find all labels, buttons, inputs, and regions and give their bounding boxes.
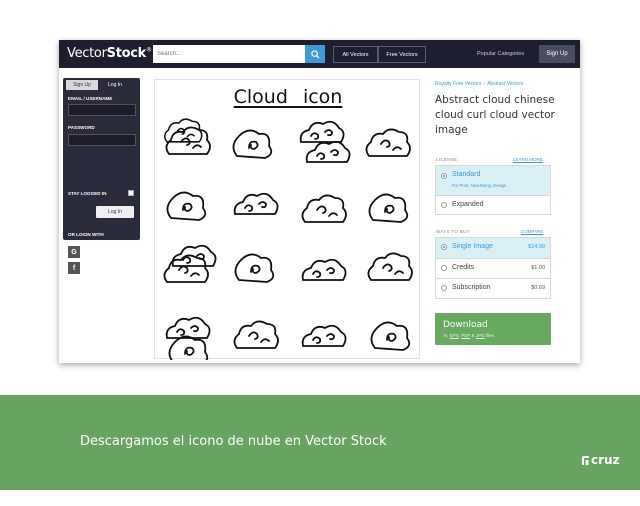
brand-mark-icon (582, 455, 589, 465)
download-button[interactable]: Download AI, EPS, PDF & JPG files (435, 313, 551, 345)
tab-sign-up[interactable]: Sign Up (66, 80, 98, 90)
credits-price: $1.00 (531, 265, 545, 271)
caption-text: Descargamos el icono de nube en Vector S… (80, 434, 387, 449)
brand-logo: cruz (581, 453, 620, 467)
cloud-icons-grid (163, 118, 413, 360)
download-formats: AI, EPS, PDF & JPG files (443, 333, 494, 338)
logo-registered-mark: ® (146, 46, 152, 54)
breadcrumb: Royalty Free Vectors › Abstract Vectors (435, 81, 523, 87)
license-options: Standard For Print, Advertising, Design … (435, 165, 551, 215)
buy-options: Single Image $14.99 Credits $1.00 Subscr… (435, 237, 551, 299)
format-pdf-link[interactable]: PDF (461, 333, 470, 338)
facebook-icon: f (68, 262, 80, 274)
breadcrumb-royalty-free[interactable]: Royalty Free Vectors (435, 81, 481, 87)
email-field[interactable] (68, 104, 136, 116)
login-panel: Sign Up Log In EMAIL / USERNAME PASSWORD… (63, 78, 140, 274)
ways-to-buy-heading: WAYS TO BUY (436, 229, 470, 234)
google-icon: G (68, 246, 80, 258)
vectorstock-logo[interactable]: VectorStock® (67, 46, 152, 61)
browser-screenshot: VectorStock® All Vectors Free Vectors Po… (59, 40, 580, 363)
subscription-radio[interactable] (441, 285, 447, 291)
preview-image[interactable]: Cloud icon (154, 79, 420, 360)
top-navbar: VectorStock® All Vectors Free Vectors Po… (59, 40, 580, 68)
search-input[interactable] (153, 45, 305, 63)
expanded-label: Expanded (452, 201, 484, 208)
product-title: Abstract cloud chinese cloud curl cloud … (435, 94, 555, 136)
breadcrumb-separator: › (483, 81, 486, 87)
single-image-label: Single Image (452, 243, 493, 250)
caption-banner: Descargamos el icono de nube en Vector S… (0, 395, 640, 490)
preview-image-title: Cloud icon (233, 86, 343, 108)
standard-radio[interactable] (441, 173, 447, 179)
single-image-radio[interactable] (441, 244, 447, 250)
stay-logged-in-label: STAY LOGGED IN (68, 191, 107, 196)
login-tabs: Sign Up Log In (63, 78, 140, 90)
password-field[interactable] (68, 134, 136, 146)
login-button[interactable]: Log In (96, 206, 134, 218)
facebook-login-button[interactable]: f Facebook (68, 262, 107, 274)
search-button[interactable] (305, 45, 325, 63)
buy-option-single-image[interactable]: Single Image $14.99 (436, 238, 550, 258)
format-eps-link[interactable]: EPS (450, 333, 459, 338)
compare-link[interactable]: COMPARE (521, 229, 543, 234)
or-login-with-label: OR LOGIN WITH (68, 232, 104, 237)
free-vectors-button[interactable]: Free Vectors (378, 46, 426, 63)
logo-bold-text: Stock (106, 46, 147, 61)
standard-sublabel: For Print, Advertising, Design (452, 183, 507, 188)
format-jpg-link[interactable]: JPG (476, 333, 485, 338)
single-image-price: $14.99 (528, 244, 545, 250)
tab-log-in[interactable]: Log In (98, 80, 132, 90)
credits-label: Credits (452, 264, 475, 271)
slide: VectorStock® All Vectors Free Vectors Po… (0, 0, 640, 506)
google-login-button[interactable]: G Google (68, 246, 101, 258)
logo-light-text: Vector (67, 46, 107, 61)
facebook-label: Facebook (85, 265, 107, 271)
search-icon (310, 49, 320, 59)
password-label: PASSWORD (68, 125, 95, 130)
all-vectors-button[interactable]: All Vectors (333, 46, 378, 63)
subscription-label: Subscription (452, 284, 491, 291)
buy-option-subscription[interactable]: Subscription $0.69 (436, 278, 550, 298)
stay-logged-in-checkbox[interactable] (128, 190, 134, 196)
license-heading: LICENSE (436, 157, 458, 162)
learn-more-link[interactable]: LEARN MORE (513, 157, 543, 162)
brand-text: cruz (591, 453, 620, 467)
credits-radio[interactable] (441, 265, 447, 271)
license-expanded-option[interactable]: Expanded (436, 195, 550, 215)
popular-categories-link[interactable]: Popular Categories (477, 51, 524, 57)
standard-label: Standard (452, 171, 481, 178)
formats-prefix: AI, (443, 333, 450, 338)
signup-button[interactable]: Sign Up (539, 45, 575, 63)
license-standard-option[interactable]: Standard For Print, Advertising, Design (436, 166, 550, 195)
download-label: Download (443, 320, 488, 330)
expanded-radio[interactable] (441, 202, 447, 208)
google-label: Google (85, 249, 102, 255)
subscription-price: $0.69 (531, 285, 545, 291)
email-label: EMAIL / USERNAME (68, 96, 113, 101)
buy-option-credits[interactable]: Credits $1.00 (436, 258, 550, 278)
breadcrumb-abstract[interactable]: Abstract Vectors (487, 81, 523, 87)
formats-suffix: files (484, 333, 494, 338)
